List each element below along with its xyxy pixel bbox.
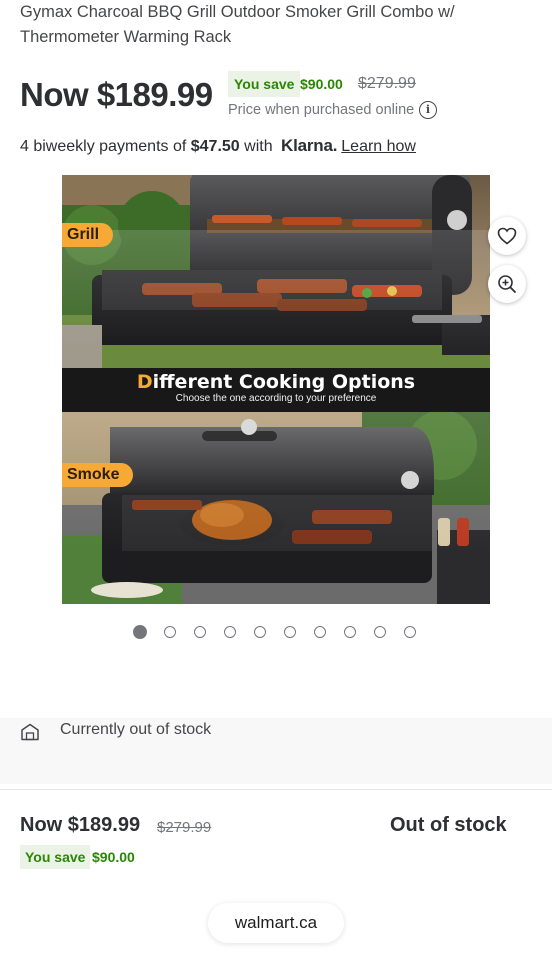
grill-tag: Grill bbox=[62, 223, 114, 247]
zoom-in-icon bbox=[498, 275, 516, 293]
heart-icon bbox=[497, 227, 517, 245]
gallery-dot[interactable] bbox=[314, 626, 326, 638]
sticky-current-price: Now $189.99 bbox=[20, 814, 141, 836]
sticky-availability: Out of stock bbox=[390, 814, 507, 836]
klarna-with: with bbox=[239, 138, 278, 155]
klarna-payment-row: 4 biweekly payments of $47.50 with Klarn… bbox=[20, 134, 416, 158]
gallery-dot[interactable] bbox=[194, 626, 206, 638]
banner-subtitle: Choose the one according to your prefere… bbox=[175, 393, 377, 404]
price-note: Price when purchased online bbox=[228, 102, 415, 118]
image-banner: Different Cooking Options Choose the one… bbox=[62, 368, 490, 412]
sticky-price-bar: Now $189.99 $279.99 Out of stock You sav… bbox=[0, 789, 552, 960]
sticky-you-save-badge: You save bbox=[20, 845, 91, 869]
gallery-dot[interactable] bbox=[164, 626, 176, 638]
smoke-tag: Smoke bbox=[62, 463, 134, 487]
you-save-badge: You save bbox=[228, 71, 301, 97]
save-amount: $90.00 bbox=[300, 76, 343, 92]
banner-title-rest: ifferent Cooking Options bbox=[152, 371, 416, 393]
stock-status-text: Currently out of stock bbox=[60, 721, 212, 738]
gallery-dot[interactable] bbox=[133, 625, 147, 639]
banner-title: Different Cooking Options bbox=[62, 368, 490, 393]
gallery-dot[interactable] bbox=[374, 626, 386, 638]
sticky-was-price: $279.99 bbox=[157, 819, 212, 836]
info-icon[interactable]: i bbox=[419, 101, 437, 119]
banner-title-first-letter: D bbox=[136, 371, 153, 393]
klarna-logo: Klarna. bbox=[281, 136, 338, 155]
was-price: $279.99 bbox=[358, 75, 416, 92]
zoom-button[interactable] bbox=[488, 265, 526, 303]
gallery-dot[interactable] bbox=[224, 626, 236, 638]
klarna-amount: $47.50 bbox=[190, 138, 240, 155]
gallery-dot[interactable] bbox=[284, 626, 296, 638]
product-page: Gymax Charcoal BBQ Grill Outdoor Smoker … bbox=[0, 0, 552, 960]
current-price: Now $189.99 bbox=[20, 76, 213, 113]
gallery-dot[interactable] bbox=[344, 626, 356, 638]
product-image-gallery[interactable]: Grill Different Cooking Options Choose t… bbox=[62, 175, 490, 604]
klarna-prefix: 4 biweekly payments of bbox=[20, 138, 191, 155]
gallery-dot[interactable] bbox=[254, 626, 266, 638]
stock-status-row: Currently out of stock bbox=[0, 718, 552, 748]
product-title: Gymax Charcoal BBQ Grill Outdoor Smoker … bbox=[20, 3, 455, 46]
browser-address-bar[interactable]: walmart.ca bbox=[208, 903, 344, 943]
learn-how-link[interactable]: Learn how bbox=[341, 138, 416, 155]
sticky-save-amount: $90.00 bbox=[92, 849, 135, 865]
store-icon bbox=[21, 723, 39, 741]
gallery-dot[interactable] bbox=[404, 626, 416, 638]
favorite-button[interactable] bbox=[488, 217, 526, 255]
